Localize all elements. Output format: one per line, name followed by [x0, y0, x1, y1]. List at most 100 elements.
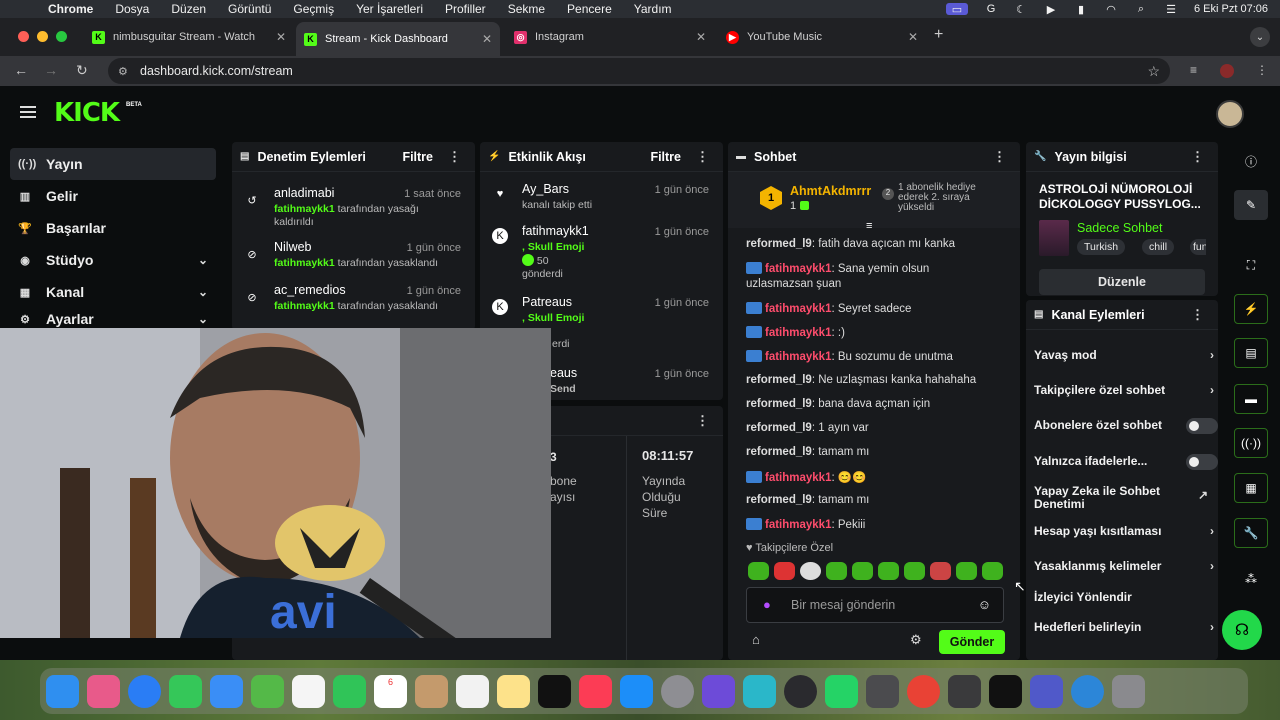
chat-message[interactable]: fatihmaykk1: Seyret sadece — [746, 302, 1016, 315]
close-tab-icon[interactable]: ✕ — [696, 30, 706, 44]
chat-username[interactable]: fatihmaykk1 — [765, 327, 831, 339]
tag-chip[interactable]: chill — [1142, 239, 1175, 255]
back-icon[interactable]: ← — [14, 62, 28, 78]
menu-window[interactable]: Pencere — [567, 2, 612, 16]
followers-only-chat[interactable]: Takipçilere özel sohbet › — [1034, 384, 1214, 397]
chat-bubble-icon[interactable]: ▬ — [1234, 384, 1268, 414]
sidebar-item-studio[interactable]: ◉ Stüdyo ⌄ — [10, 244, 216, 276]
tab-youtube-music[interactable]: ▶ YouTube Music ✕ — [718, 24, 926, 50]
finder-icon[interactable] — [46, 674, 79, 708]
chevron-down-icon[interactable]: ⌄ — [198, 312, 208, 326]
emote-icon[interactable] — [774, 562, 795, 580]
address-bar[interactable]: ⚙ dashboard.kick.com/stream ☆ — [108, 58, 1170, 84]
chat-input[interactable]: ● Bir mesaj gönderin ☺ — [746, 587, 1004, 623]
menu-help[interactable]: Yardım — [634, 2, 672, 16]
chat-message[interactable]: uzlasmazsan şuan — [746, 278, 1016, 290]
chat-message[interactable]: reformed_l9: tamam mı — [746, 446, 1016, 458]
support-headset-icon[interactable]: ☊ — [1222, 610, 1262, 650]
ai-chat-moderation[interactable]: Yapay Zeka ile Sohbet Denetimi ↗ — [1034, 485, 1208, 511]
emote-icon[interactable] — [800, 562, 821, 580]
more-options-icon[interactable]: ⋮ — [448, 149, 461, 165]
emote-only-toggle[interactable] — [1186, 454, 1218, 470]
edit-stream-button[interactable]: Düzenle — [1039, 269, 1205, 295]
close-tab-icon[interactable]: ✕ — [908, 30, 918, 44]
emote-icon[interactable] — [826, 562, 847, 580]
calendar-icon[interactable]: 6 — [374, 674, 407, 708]
chat-username[interactable]: reformed_l9 — [746, 446, 812, 458]
minimize-window-button[interactable] — [37, 31, 48, 42]
slow-mode[interactable]: Yavaş mod › — [1034, 349, 1214, 362]
subscribers-only-chat[interactable]: Abonelere özel sohbet — [1034, 418, 1218, 434]
subscribers-only-toggle[interactable] — [1186, 418, 1218, 434]
set-goals[interactable]: Hedefleri belirleyin › — [1034, 621, 1214, 634]
menu-history[interactable]: Geçmiş — [293, 2, 334, 16]
bolt-icon[interactable]: ⚡ — [1234, 294, 1268, 324]
safari-icon[interactable] — [128, 674, 161, 708]
document-icon[interactable]: ▤ — [1234, 338, 1268, 368]
play-icon[interactable]: ▶ — [1044, 3, 1058, 16]
kick-logo[interactable]: KICK — [54, 100, 120, 126]
emoji-icon[interactable]: ☺ — [978, 597, 991, 612]
moderation-user[interactable]: ac_remedios — [274, 283, 346, 297]
chat-message[interactable]: reformed_l9: tamam mı — [746, 494, 1016, 506]
search-icon[interactable]: ⌕ — [1134, 3, 1148, 15]
menu-app[interactable]: Chrome — [48, 2, 93, 16]
moderation-row[interactable]: ⊘ ac_remedios 1 gün önce fatihmaykk1 tar… — [232, 283, 475, 313]
screenshot-icon[interactable]: ⛶ — [1234, 250, 1268, 280]
chat-username[interactable]: reformed_l9 — [746, 238, 812, 250]
app-store-icon[interactable] — [620, 674, 653, 708]
filter-button[interactable]: Filtre — [650, 150, 681, 164]
photos-icon[interactable] — [292, 674, 325, 708]
store-icon[interactable]: ⌂ — [752, 632, 760, 647]
chat-username[interactable]: reformed_l9 — [746, 398, 812, 410]
mail-icon[interactable] — [210, 674, 243, 708]
microphone-icon[interactable]: ● — [763, 597, 771, 612]
category-link[interactable]: Sadece Sohbet — [1077, 221, 1163, 235]
maps-icon[interactable] — [251, 674, 284, 708]
more-options-icon[interactable]: ⋮ — [1191, 307, 1204, 323]
camera-app-icon[interactable] — [866, 674, 899, 708]
zoom-window-button[interactable] — [56, 31, 67, 42]
reminders-icon[interactable] — [456, 674, 489, 708]
music-icon[interactable] — [579, 674, 612, 708]
more-options-icon[interactable]: ⋮ — [696, 149, 709, 165]
profile-icon[interactable] — [1220, 64, 1234, 78]
chat-message[interactable]: fatihmaykk1: Sana yemin olsun — [746, 262, 1016, 275]
info-icon[interactable]: ⓘ — [1234, 146, 1268, 176]
menubar-datetime[interactable]: 6 Eki Pzt 07:06 — [1194, 3, 1268, 15]
new-tab-icon[interactable]: + — [934, 26, 943, 44]
activity-row[interactable]: ♥ Ay_Bars 1 gün önce kanalı takip etti — [480, 182, 723, 216]
canva-icon[interactable] — [743, 674, 776, 708]
menu-profiles[interactable]: Profiller — [445, 2, 486, 16]
site-info-icon[interactable]: ⚙ — [118, 65, 128, 78]
account-age-restriction[interactable]: Hesap yaşı kısıtlaması › — [1034, 525, 1214, 538]
imovie-icon[interactable] — [702, 674, 735, 708]
emote-icon[interactable] — [956, 562, 977, 580]
pinned-collapse-icon[interactable]: ≡ — [866, 220, 872, 232]
facetime-icon[interactable] — [333, 674, 366, 708]
sidebar-item-stream[interactable]: ((·)) Yayın — [10, 148, 216, 180]
chat-username[interactable]: reformed_l9 — [746, 494, 812, 506]
moderation-actor[interactable]: fatihmaykk1 — [274, 203, 335, 215]
tab-instagram[interactable]: ◎ Instagram ✕ — [506, 24, 714, 50]
wrench-icon[interactable]: 🔧 — [1234, 518, 1268, 548]
tab-search-icon[interactable]: ⌄ — [1250, 27, 1270, 47]
emote-only-chat[interactable]: Yalnızca ifadelerle... — [1034, 454, 1218, 470]
logitech-icon[interactable] — [989, 674, 1022, 708]
menu-icon[interactable] — [20, 106, 36, 118]
tab-watch[interactable]: K nimbusguitar Stream - Watch ✕ — [84, 24, 294, 50]
emote-icon[interactable] — [982, 562, 1003, 580]
launchpad-icon[interactable] — [87, 674, 120, 708]
emote-icon[interactable] — [878, 562, 899, 580]
battery-icon[interactable]: ▮ — [1074, 3, 1088, 16]
more-options-icon[interactable]: ⋮ — [993, 149, 1006, 165]
chrome-icon[interactable] — [907, 674, 940, 708]
chat-message[interactable]: reformed_l9: bana dava açman için — [746, 398, 1016, 410]
activity-row[interactable]: K fatihmaykk1 1 gün önce , Skull Emoji 5… — [480, 224, 723, 284]
activity-user[interactable]: eaus — [550, 366, 577, 380]
more-options-icon[interactable]: ⋮ — [1191, 149, 1204, 165]
sidebar-item-revenue[interactable]: ▥ Gelir — [10, 180, 216, 212]
tv-icon[interactable] — [538, 674, 571, 708]
chat-username[interactable]: fatihmaykk1 — [765, 303, 831, 315]
tag-chip[interactable]: funr — [1190, 239, 1206, 255]
